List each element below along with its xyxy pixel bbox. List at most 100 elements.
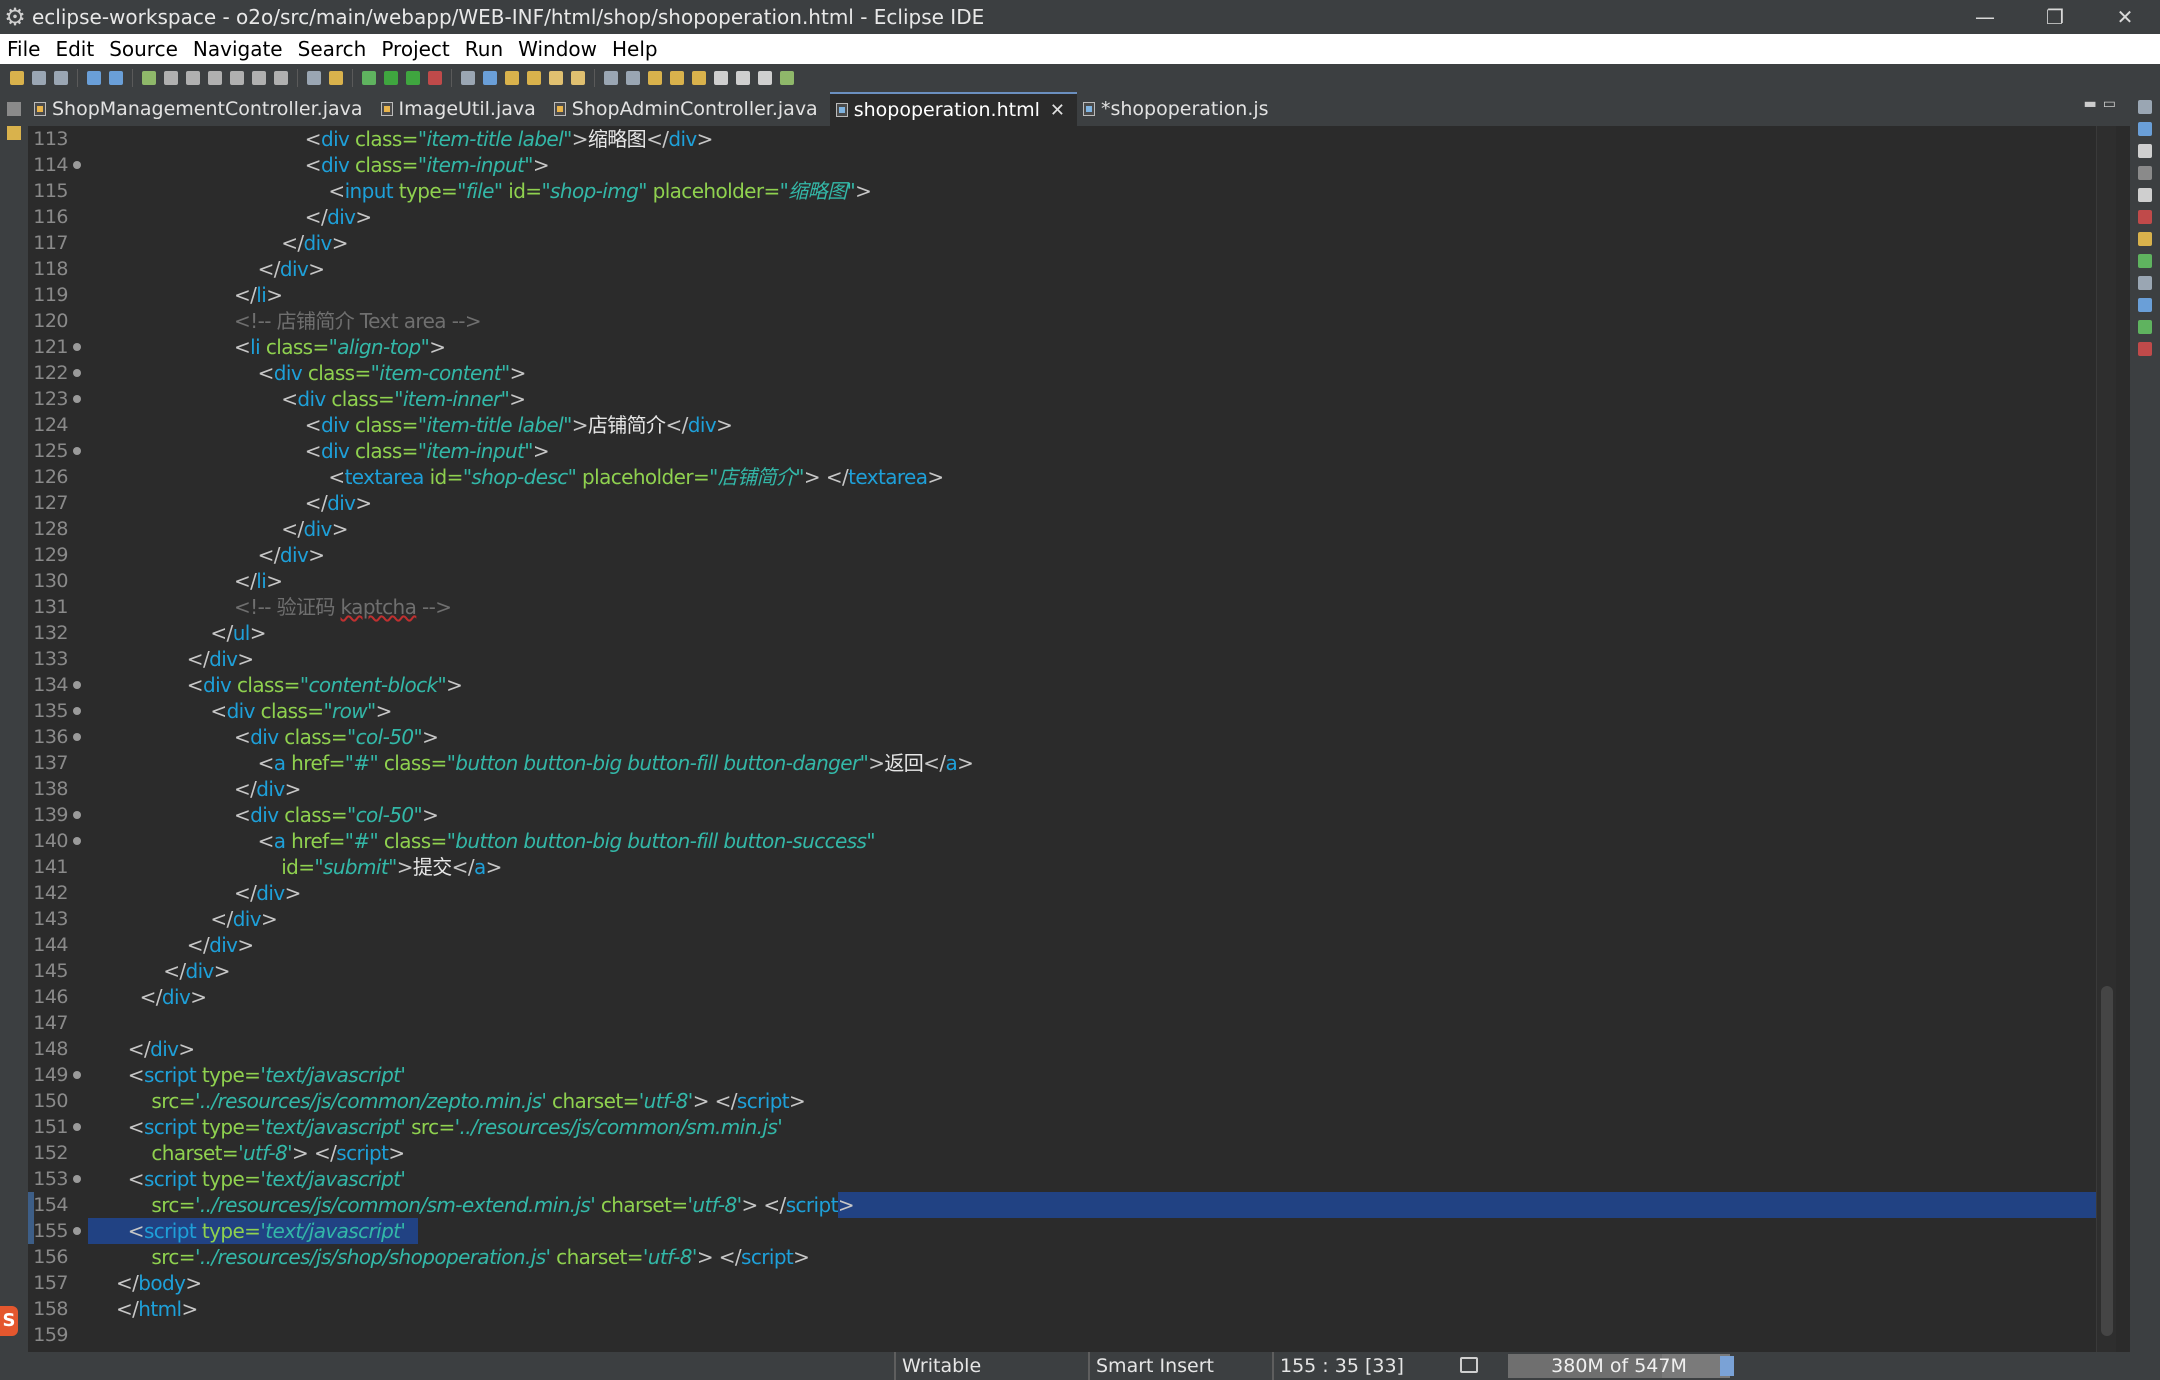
- build-icon[interactable]: [329, 71, 343, 85]
- scrollbar-thumb[interactable]: [2101, 986, 2113, 1336]
- code-line[interactable]: 118 </div>: [28, 256, 2116, 282]
- menu-edit[interactable]: Edit: [48, 34, 102, 64]
- save-icon[interactable]: [32, 71, 46, 85]
- print-icon[interactable]: [87, 71, 101, 85]
- step-return-icon[interactable]: [274, 71, 288, 85]
- snippets-icon[interactable]: [2138, 254, 2152, 268]
- fold-toggle-icon[interactable]: [73, 707, 81, 715]
- javadoc-icon[interactable]: [2138, 166, 2152, 180]
- junit-icon[interactable]: [2138, 320, 2152, 334]
- open-console-icon[interactable]: [307, 71, 321, 85]
- code-line[interactable]: 134 <div class="content-block">: [28, 672, 2116, 698]
- new-server-icon[interactable]: [461, 71, 475, 85]
- next-annotation-icon[interactable]: [648, 71, 662, 85]
- code-line[interactable]: 145 </div>: [28, 958, 2116, 984]
- declaration-icon[interactable]: [2138, 188, 2152, 202]
- code-line[interactable]: 121 <li class="align-top">: [28, 334, 2116, 360]
- forward-icon[interactable]: [736, 71, 750, 85]
- fold-toggle-icon[interactable]: [73, 343, 81, 351]
- fold-toggle-icon[interactable]: [73, 447, 81, 455]
- fold-toggle-icon[interactable]: [73, 161, 81, 169]
- last-edit-location-icon[interactable]: [692, 71, 706, 85]
- disconnect-icon[interactable]: [208, 71, 222, 85]
- code-line[interactable]: 139 <div class="col-50">: [28, 802, 2116, 828]
- error-log-icon[interactable]: [2138, 342, 2152, 356]
- code-line[interactable]: 123 <div class="item-inner">: [28, 386, 2116, 412]
- code-line[interactable]: 158 </html>: [28, 1296, 2116, 1322]
- toggle-mark-occurrences-icon[interactable]: [604, 71, 618, 85]
- code-line[interactable]: 135 <div class="row">: [28, 698, 2116, 724]
- fold-toggle-icon[interactable]: [73, 1071, 81, 1079]
- code-line[interactable]: 131 <!-- 验证码 kaptcha -->: [28, 594, 2116, 620]
- code-line[interactable]: 132 </ul>: [28, 620, 2116, 646]
- code-line[interactable]: 151 <script type='text/javascript' src='.…: [28, 1114, 2116, 1140]
- code-line[interactable]: 150 src='../resources/js/common/zepto.min…: [28, 1088, 2116, 1114]
- heap-status[interactable]: 380M of 547M: [1508, 1354, 1730, 1378]
- minimize-button[interactable]: —: [1950, 0, 2020, 34]
- close-window-button[interactable]: ✕: [2090, 0, 2160, 34]
- editor-tab[interactable]: *shopoperation.js: [1077, 92, 1281, 126]
- open-type-icon[interactable]: [549, 71, 563, 85]
- code-line[interactable]: 152 charset='utf-8'> </script>: [28, 1140, 2116, 1166]
- code-line[interactable]: 124 <div class="item-title label">店铺简介</d…: [28, 412, 2116, 438]
- code-line[interactable]: 120 <!-- 店铺简介 Text area -->: [28, 308, 2116, 334]
- fold-toggle-icon[interactable]: [73, 1227, 81, 1235]
- code-line[interactable]: 137 <a href="#" class="button button-big …: [28, 750, 2116, 776]
- new-icon[interactable]: [10, 71, 24, 85]
- code-line[interactable]: 130 </li>: [28, 568, 2116, 594]
- fold-toggle-icon[interactable]: [73, 1175, 81, 1183]
- code-line[interactable]: 154 src='../resources/js/common/sm-extend…: [28, 1192, 2116, 1218]
- restore-button[interactable]: ❐: [2020, 0, 2090, 34]
- menu-run[interactable]: Run: [458, 34, 511, 64]
- back-icon[interactable]: [714, 71, 728, 85]
- save-all-icon[interactable]: [54, 71, 68, 85]
- code-line[interactable]: 141 id="submit">提交</a>: [28, 854, 2116, 880]
- fold-toggle-icon[interactable]: [73, 837, 81, 845]
- search-tool-icon[interactable]: [571, 71, 585, 85]
- code-line[interactable]: 140 <a href="#" class="button button-big …: [28, 828, 2116, 854]
- code-line[interactable]: 117 </div>: [28, 230, 2116, 256]
- data-source-icon[interactable]: [2138, 232, 2152, 246]
- suspend-icon[interactable]: [164, 71, 178, 85]
- restore-view-icon[interactable]: [7, 102, 21, 116]
- skip-breakpoints-icon[interactable]: [109, 71, 123, 85]
- problems-icon[interactable]: [2138, 144, 2152, 158]
- code-line[interactable]: 115 <input type="file" id="shop-img" plac…: [28, 178, 2116, 204]
- code-line[interactable]: 153 <script type='text/javascript': [28, 1166, 2116, 1192]
- code-line[interactable]: 116 </div>: [28, 204, 2116, 230]
- pin-editor-icon[interactable]: [758, 71, 772, 85]
- code-line[interactable]: 127 </div>: [28, 490, 2116, 516]
- editor-tab[interactable]: ImageUtil.java: [375, 92, 548, 126]
- vertical-scrollbar[interactable]: [2096, 126, 2116, 1352]
- fold-toggle-icon[interactable]: [73, 1123, 81, 1131]
- menu-file[interactable]: File: [0, 34, 48, 64]
- editor-tab[interactable]: ShopManagementController.java: [28, 92, 375, 126]
- code-line[interactable]: 119 </li>: [28, 282, 2116, 308]
- editor-area-controls[interactable]: ▬▭: [2084, 96, 2122, 112]
- code-line[interactable]: 136 <div class="col-50">: [28, 724, 2116, 750]
- toggle-block-selection-icon[interactable]: [626, 71, 640, 85]
- code-line[interactable]: 148 </div>: [28, 1036, 2116, 1062]
- code-line[interactable]: 122 <div class="item-content">: [28, 360, 2116, 386]
- resume-icon[interactable]: [142, 71, 156, 85]
- menu-search[interactable]: Search: [291, 34, 375, 64]
- menu-window[interactable]: Window: [511, 34, 605, 64]
- progress-icon[interactable]: [2138, 298, 2152, 312]
- servers-icon[interactable]: [2138, 210, 2152, 224]
- code-editor[interactable]: 113 <div class="item-title label">缩略图</di…: [28, 126, 2116, 1352]
- code-line[interactable]: 129 </div>: [28, 542, 2116, 568]
- coverage-icon[interactable]: [406, 71, 420, 85]
- input-method-icon[interactable]: S: [0, 1306, 18, 1336]
- console-icon[interactable]: [2138, 276, 2152, 290]
- status-cursor-position[interactable]: 155 : 35 [33]: [1272, 1352, 1452, 1380]
- editor-tab[interactable]: ShopAdminController.java: [548, 92, 830, 126]
- step-over-icon[interactable]: [252, 71, 266, 85]
- code-line[interactable]: 138 </div>: [28, 776, 2116, 802]
- code-line[interactable]: 155 <script type='text/javascript': [28, 1218, 2116, 1244]
- terminate-icon[interactable]: [186, 71, 200, 85]
- menu-source[interactable]: Source: [102, 34, 186, 64]
- menu-project[interactable]: Project: [374, 34, 457, 64]
- garbage-collect-icon[interactable]: [1720, 1356, 1734, 1376]
- code-line[interactable]: 125 <div class="item-input">: [28, 438, 2116, 464]
- task-list-icon[interactable]: [2138, 122, 2152, 136]
